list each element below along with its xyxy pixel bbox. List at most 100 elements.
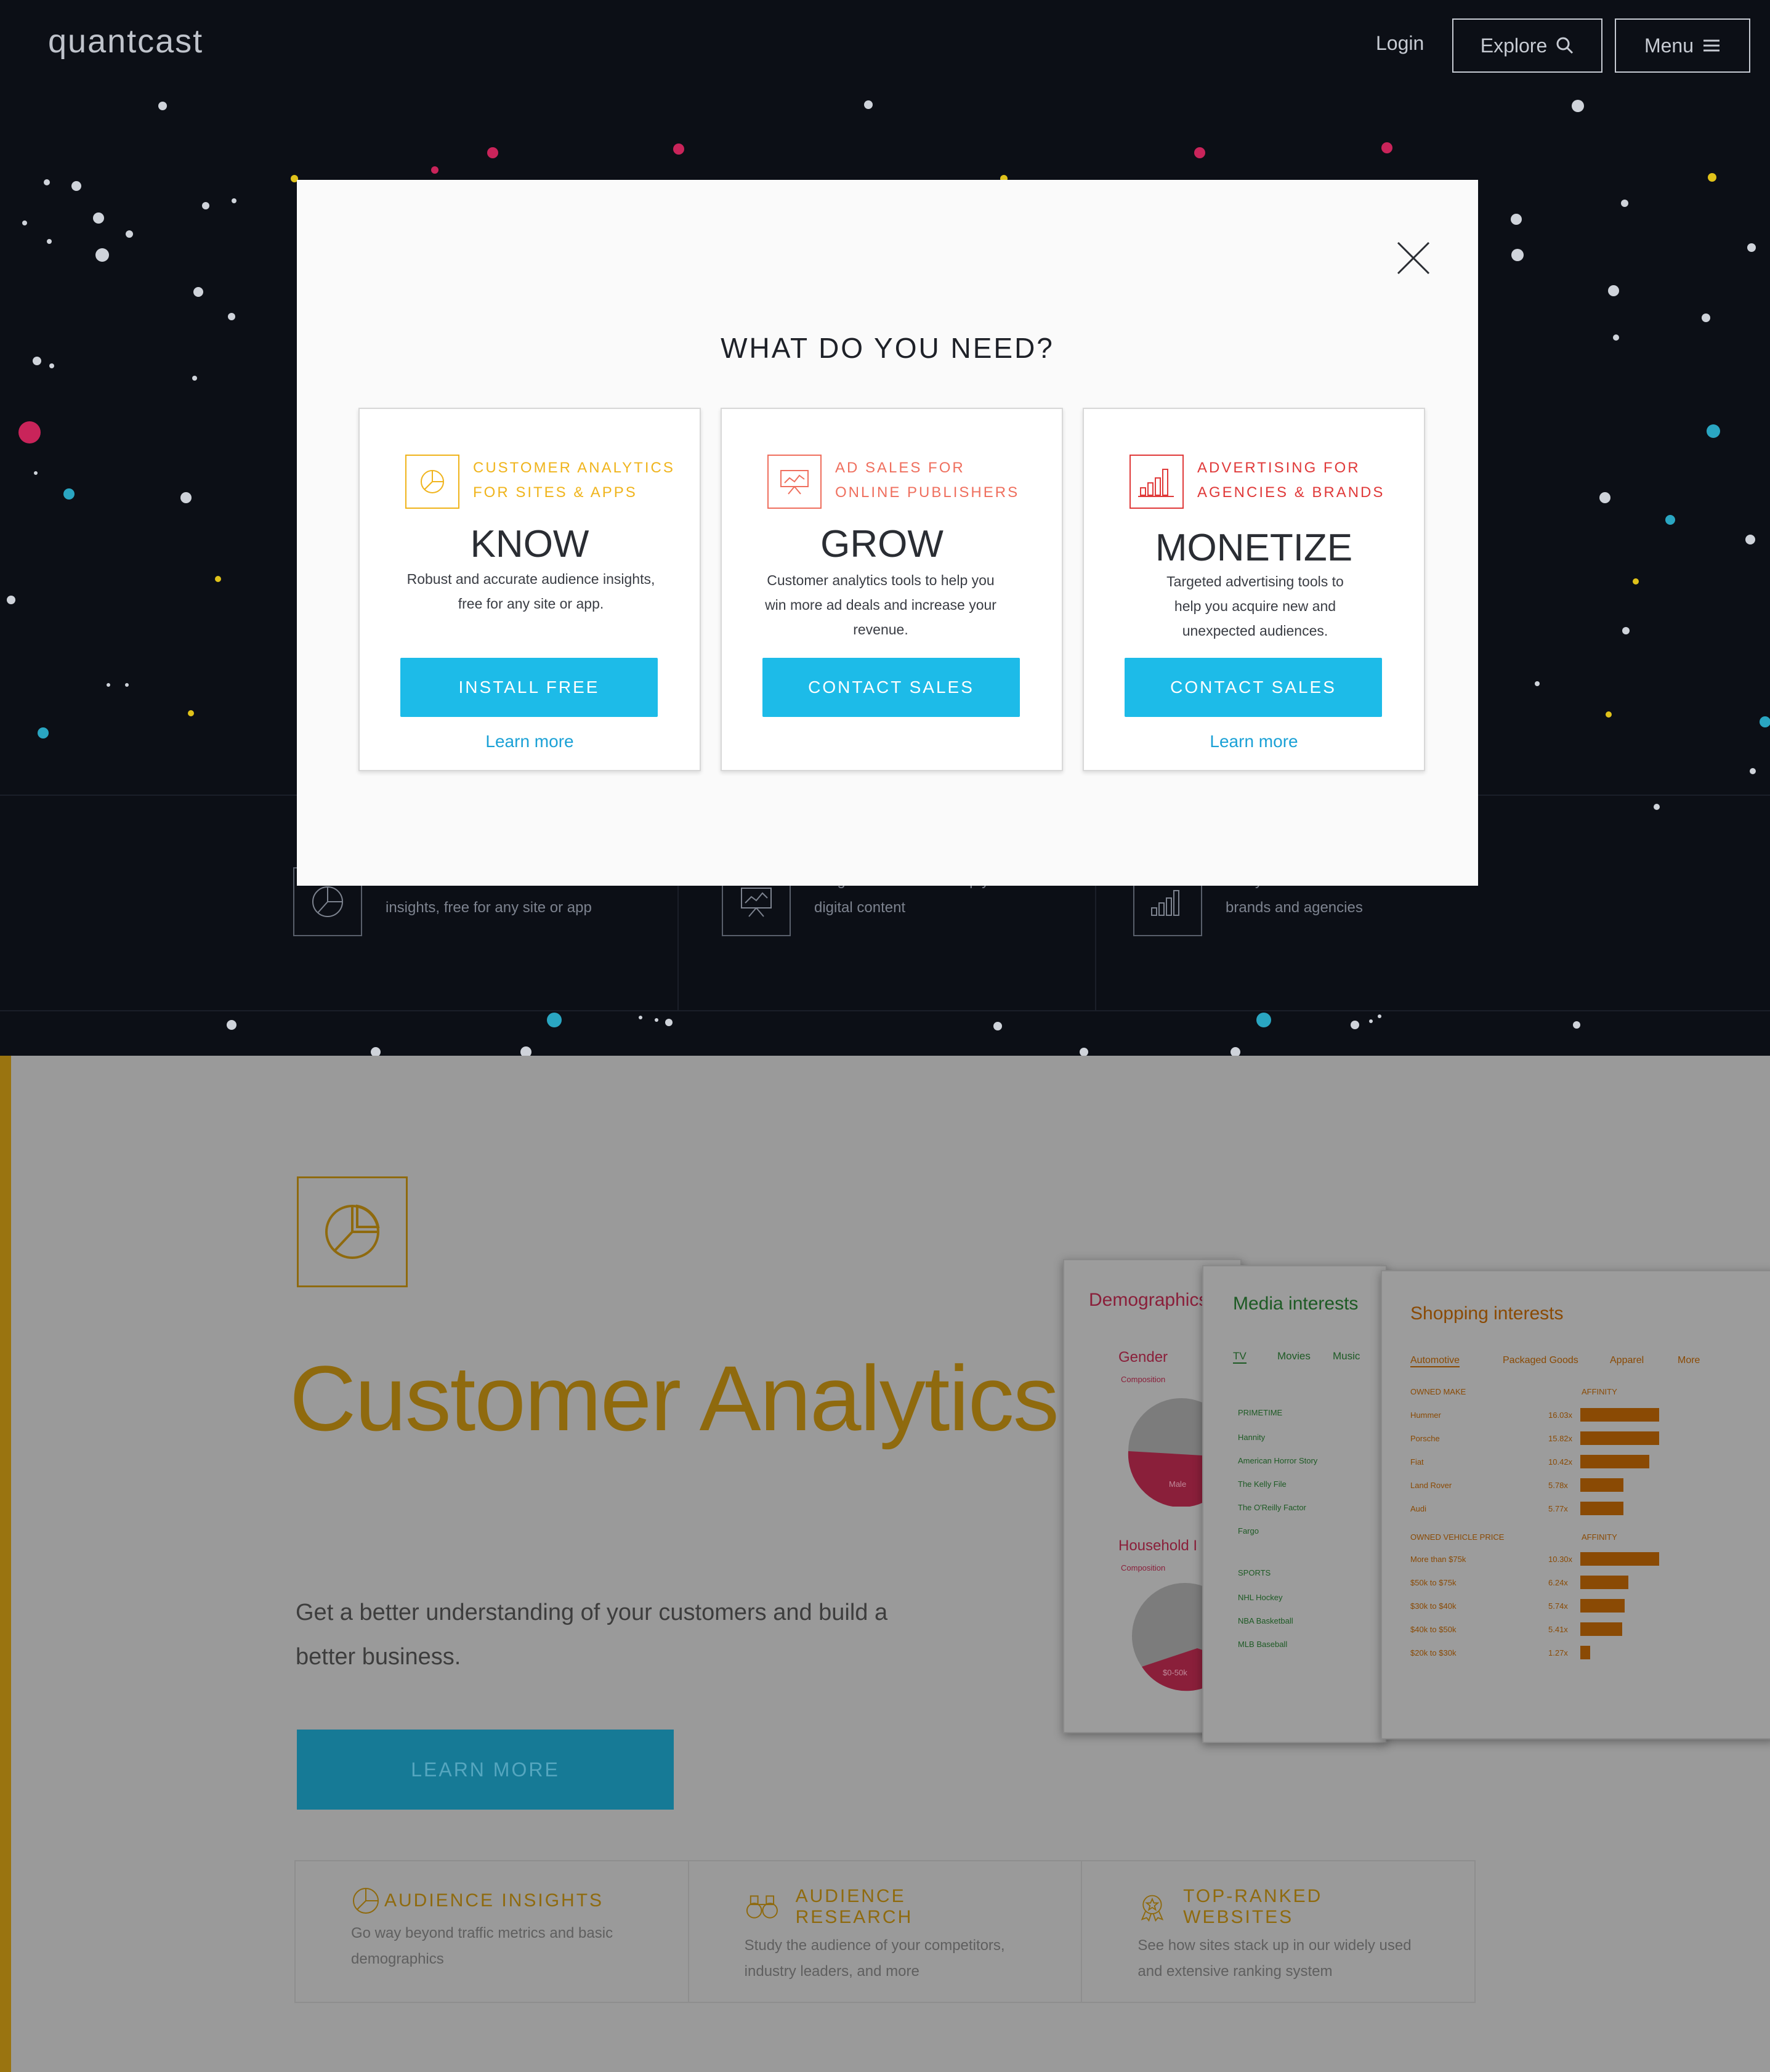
card-description-line: unexpected audiences. — [1182, 623, 1328, 639]
feature-title: AUDIENCE RESEARCH — [795, 1886, 913, 1927]
card-title: Demographics — [1089, 1290, 1208, 1310]
pie-chart-icon — [405, 455, 459, 509]
affinity-value: 5.78x — [1548, 1481, 1568, 1490]
sports-heading: SPORTS — [1238, 1568, 1271, 1577]
contact-sales-button[interactable]: CONTACT SALES — [762, 658, 1020, 717]
row-label: Hummer — [1410, 1410, 1441, 1420]
row-label: Fiat — [1410, 1457, 1424, 1467]
card-description-line: free for any site or app. — [458, 596, 604, 612]
sport-item: MLB Baseball — [1238, 1640, 1288, 1649]
explore-button[interactable]: Explore — [1452, 18, 1602, 73]
affinity-heading: AFFINITY — [1582, 1532, 1617, 1542]
owned-price-heading: OWNED VEHICLE PRICE — [1410, 1532, 1505, 1542]
contact-sales-button[interactable]: CONTACT SALES — [1125, 658, 1382, 717]
affinity-bar — [1580, 1622, 1622, 1636]
subtitle-line: better business. — [296, 1644, 461, 1670]
affinity-bar — [1580, 1431, 1659, 1445]
affinity-value: 16.03x — [1548, 1410, 1573, 1420]
know-card[interactable]: CUSTOMER ANALYTICS FOR SITES & APPS KNOW… — [358, 408, 701, 771]
affinity-value: 10.42x — [1548, 1457, 1573, 1467]
feature-title: TOP-RANKED WEBSITES — [1183, 1886, 1323, 1927]
modal-title: WHAT DO YOU NEED? — [721, 332, 1054, 364]
grow-card[interactable]: AD SALES FOR ONLINE PUBLISHERS GROW Cust… — [721, 408, 1063, 771]
card-description: Customer analytics tools to help you win… — [734, 568, 1027, 642]
affinity-bar — [1580, 1502, 1623, 1515]
card-category-line: AGENCIES & BRANDS — [1197, 484, 1385, 501]
card-description: Targeted advertising tools to help you a… — [1109, 569, 1402, 643]
menu-button[interactable]: Menu — [1615, 18, 1750, 73]
show-item: The Kelly File — [1238, 1479, 1287, 1489]
tab-automotive[interactable]: Automotive — [1410, 1355, 1460, 1367]
close-icon[interactable] — [1394, 239, 1433, 277]
card-headline: MONETIZE — [1155, 527, 1353, 569]
row-label: Porsche — [1410, 1434, 1440, 1443]
tab-music[interactable]: Music — [1333, 1350, 1360, 1362]
affinity-bar — [1580, 1408, 1659, 1422]
explore-label: Explore — [1480, 34, 1548, 57]
customer-analytics-section: Customer Analytics Get a better understa… — [0, 1056, 1770, 2072]
show-item: The O'Reilly Factor — [1238, 1503, 1306, 1512]
accent-stripe — [0, 1056, 11, 2072]
affinity-bar — [1580, 1646, 1590, 1659]
hamburger-icon — [1703, 39, 1720, 52]
show-item: Hannity — [1238, 1433, 1266, 1442]
card-category-line: ADVERTISING FOR — [1197, 459, 1360, 476]
feature-title: AUDIENCE INSIGHTS — [384, 1890, 604, 1911]
card-description-line: win more ad deals and increase your — [765, 597, 996, 613]
tab-packaged-goods[interactable]: Packaged Goods — [1503, 1355, 1578, 1366]
feature-desc: Go way beyond traffic metrics and basic … — [351, 1920, 632, 1972]
card-category-line: FOR SITES & APPS — [473, 484, 637, 501]
login-link[interactable]: Login — [1376, 32, 1424, 55]
card-category-line: CUSTOMER ANALYTICS — [473, 459, 675, 476]
affinity-bar — [1580, 1478, 1623, 1492]
affinity-bar — [1580, 1599, 1625, 1613]
subtitle-line: Get a better understanding of your custo… — [296, 1600, 888, 1625]
tab-movies[interactable]: Movies — [1277, 1350, 1311, 1362]
feature-top-ranked-websites[interactable]: TOP-RANKED WEBSITES See how sites stack … — [1082, 1861, 1474, 2002]
install-free-button[interactable]: INSTALL FREE — [400, 658, 658, 717]
media-interests-card: Media interests TV Movies Music PRIMETIM… — [1202, 1265, 1387, 1743]
feature-audience-research[interactable]: AUDIENCE RESEARCH Study the audience of … — [689, 1861, 1083, 2002]
card-category: CUSTOMER ANALYTICS FOR SITES & APPS — [473, 456, 675, 505]
feature-desc-line: demographics — [351, 1951, 444, 1967]
household-label: Household I — [1118, 1537, 1198, 1554]
learn-more-link[interactable]: Learn more — [360, 732, 700, 751]
card-description-line: Targeted advertising tools to — [1166, 573, 1344, 589]
quantcast-logo[interactable]: quantcast — [48, 22, 203, 60]
composition-label: Composition — [1121, 1375, 1166, 1384]
feature-desc-line: and extensive ranking system — [1138, 1963, 1333, 1980]
learn-more-button[interactable]: LEARN MORE — [297, 1730, 674, 1810]
row-label: Land Rover — [1410, 1481, 1452, 1490]
bar-chart-icon — [1129, 455, 1184, 509]
card-description-line: Customer analytics tools to help you — [767, 572, 995, 588]
what-do-you-need-modal: WHAT DO YOU NEED? CUSTOMER ANALYTICS FOR… — [297, 180, 1478, 886]
affinity-value: 6.24x — [1548, 1578, 1568, 1587]
award-ribbon-icon — [1141, 1895, 1164, 1922]
tab-apparel[interactable]: Apparel — [1610, 1355, 1644, 1366]
menu-label: Menu — [1644, 34, 1694, 57]
row-label: Audi — [1410, 1504, 1427, 1513]
card-category: AD SALES FOR ONLINE PUBLISHERS — [835, 456, 1019, 505]
card-description: Robust and accurate audience insights, f… — [384, 567, 677, 616]
owned-make-heading: OWNED MAKE — [1410, 1387, 1466, 1396]
row-label: More than $75k — [1410, 1555, 1466, 1564]
analytics-feature-row: AUDIENCE INSIGHTS Go way beyond traffic … — [294, 1860, 1476, 2003]
learn-more-link[interactable]: Learn more — [1084, 732, 1424, 751]
sport-item: NHL Hockey — [1238, 1593, 1283, 1602]
pie-chart-icon — [297, 1176, 408, 1287]
tab-more[interactable]: More — [1678, 1355, 1700, 1366]
card-headline: GROW — [820, 523, 944, 565]
composition-label: Composition — [1121, 1563, 1166, 1572]
report-preview: Demographics Gender Composition Male Hou… — [1063, 1259, 1770, 1752]
gender-label: Gender — [1118, 1349, 1168, 1366]
monetize-card[interactable]: ADVERTISING FOR AGENCIES & BRANDS MONETI… — [1083, 408, 1425, 771]
income-label: $0-50k — [1163, 1668, 1187, 1677]
tab-tv[interactable]: TV — [1233, 1350, 1247, 1364]
sport-item: NBA Basketball — [1238, 1616, 1293, 1625]
feature-audience-insights[interactable]: AUDIENCE INSIGHTS Go way beyond traffic … — [296, 1861, 689, 2002]
shopping-interests-card: Shopping interests Automotive Packaged G… — [1381, 1270, 1770, 1739]
pie-chart-icon — [353, 1888, 379, 1914]
card-category-line: AD SALES FOR — [835, 459, 965, 476]
primetime-heading: PRIMETIME — [1238, 1408, 1283, 1417]
feature-desc: Study the audience of your competitors, … — [745, 1933, 1026, 1985]
